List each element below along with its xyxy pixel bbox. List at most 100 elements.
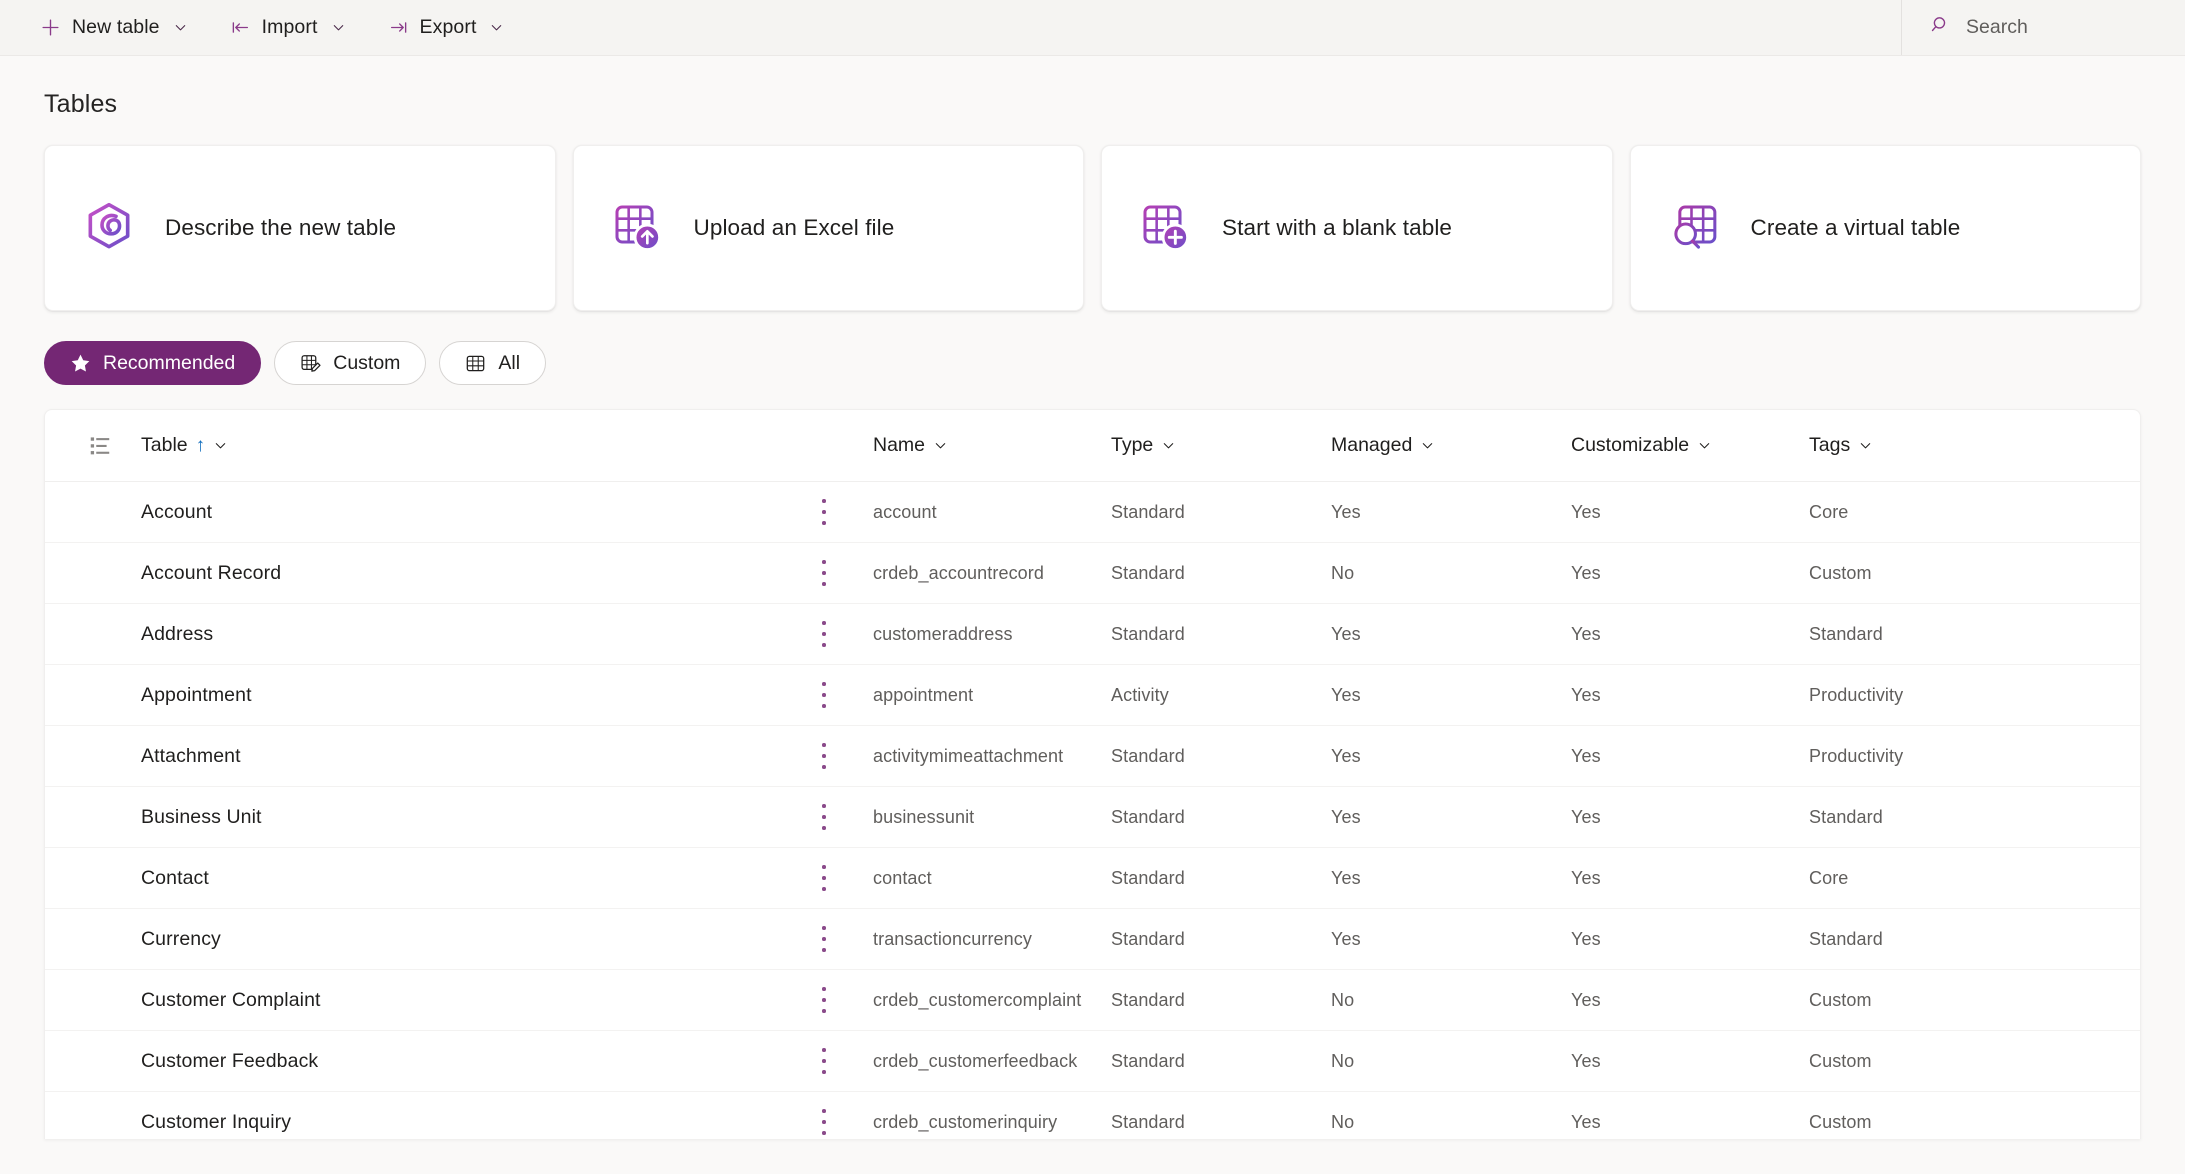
cell-type: Standard [1111, 867, 1185, 888]
column-header-tags[interactable]: Tags [1809, 434, 2140, 457]
cell-table: Account Record [141, 562, 821, 585]
column-header-table[interactable]: Table ↑ [141, 434, 821, 457]
column-header-name[interactable]: Name [873, 434, 1111, 457]
table-row[interactable]: Contact contact Standard Yes Yes Core [45, 848, 2140, 909]
card-label: Start with a blank table [1222, 215, 1453, 240]
grid-view-toggle[interactable] [89, 435, 141, 457]
row-more-options-button[interactable] [821, 621, 873, 647]
table-row[interactable]: Customer Inquiry crdeb_customerinquiry Sta… [45, 1092, 2140, 1139]
chevron-down-icon[interactable] [171, 20, 188, 35]
more-vertical-icon [821, 865, 827, 891]
table-display-name: Account [141, 500, 213, 523]
cell-name: appointment [873, 684, 974, 705]
column-header-label: Table [141, 434, 188, 456]
cell-name: crdeb_customerinquiry [873, 1111, 1058, 1132]
filter-recommended[interactable]: Recommended [44, 341, 262, 385]
chevron-down-icon[interactable] [933, 438, 948, 453]
cell-type: Standard [1111, 562, 1185, 583]
chevron-down-icon[interactable] [213, 438, 228, 453]
export-arrow-icon [388, 17, 409, 38]
row-more-options-button[interactable] [821, 804, 873, 830]
column-header-customizable[interactable]: Customizable [1571, 434, 1809, 457]
table-row[interactable]: Attachment activitymimeattachment Standard… [45, 726, 2140, 787]
row-more-options-button[interactable] [821, 682, 873, 708]
cell-customizable: Yes [1571, 562, 1601, 583]
table-row[interactable]: Appointment appointment Activity Yes Yes Prod… [45, 665, 2140, 726]
row-more-options-button[interactable] [821, 499, 873, 525]
table-display-name: Contact [141, 866, 209, 889]
cell-table: Contact [141, 867, 821, 890]
cell-managed: Yes [1331, 928, 1361, 949]
table-row[interactable]: Address customeraddress Standard Yes Yes Stan… [45, 604, 2140, 665]
import-arrow-icon [230, 17, 251, 38]
row-more-options-button[interactable] [821, 560, 873, 586]
column-header-type[interactable]: Type [1111, 434, 1331, 457]
cell-name: activitymimeattachment [873, 745, 1064, 766]
cell-customizable: Yes [1571, 745, 1601, 766]
table-row[interactable]: Currency transactioncurrency Standard Yes Ye… [45, 909, 2140, 970]
table-row[interactable]: Business Unit businessunit Standard Yes Yes S… [45, 787, 2140, 848]
row-more-options-button[interactable] [821, 1109, 873, 1135]
plus-icon [40, 17, 61, 38]
cell-managed: No [1331, 1050, 1355, 1071]
chevron-down-icon[interactable] [1161, 438, 1176, 453]
row-more-options-button[interactable] [821, 987, 873, 1013]
more-vertical-icon [821, 743, 827, 769]
column-header-managed[interactable]: Managed [1331, 434, 1571, 457]
cell-name: transactioncurrency [873, 928, 1032, 949]
export-button[interactable]: Export [382, 8, 511, 48]
search-input[interactable]: Search [1930, 8, 2145, 48]
filter-all[interactable]: All [439, 341, 547, 385]
cell-type: Standard [1111, 623, 1185, 644]
table-display-name: Customer Complaint [141, 988, 321, 1011]
filter-custom[interactable]: Custom [274, 341, 427, 385]
chevron-down-icon[interactable] [1697, 438, 1712, 453]
cell-type: Standard [1111, 745, 1185, 766]
cell-table: Business Unit [141, 806, 821, 829]
import-button[interactable]: Import [224, 8, 352, 48]
cell-customizable: Yes [1571, 928, 1601, 949]
cell-type: Standard [1111, 1111, 1185, 1132]
cell-table: Account [141, 501, 821, 524]
table-row[interactable]: Account Record crdeb_accountrecord Standar… [45, 543, 2140, 604]
cell-customizable: Yes [1571, 684, 1601, 705]
table-icon [465, 353, 486, 374]
filter-pills: Recommended Custom All [44, 341, 2141, 385]
cell-customizable: Yes [1571, 1111, 1601, 1132]
cell-table: Attachment [141, 745, 821, 768]
cell-type: Standard [1111, 501, 1185, 522]
chevron-down-icon[interactable] [1420, 438, 1435, 453]
more-vertical-icon [821, 1048, 827, 1074]
chevron-down-icon[interactable] [487, 20, 504, 35]
table-row[interactable]: Account account Standard Yes Yes Core [45, 482, 2140, 543]
cell-tags: Core [1809, 501, 1849, 522]
row-more-options-button[interactable] [821, 926, 873, 952]
chevron-down-icon[interactable] [1858, 438, 1873, 453]
table-display-name: Currency [141, 927, 221, 950]
card-upload-an-excel-file[interactable]: Upload an Excel file [572, 145, 1084, 311]
cell-tags: Custom [1809, 562, 1872, 583]
cell-tags: Custom [1809, 989, 1872, 1010]
command-bar: New table Import Export Search [0, 0, 2185, 56]
card-describe-the-new-table[interactable]: Describe the new table [44, 145, 556, 311]
table-row[interactable]: Customer Complaint crdeb_customercomplain… [45, 970, 2140, 1031]
column-header-label: Name [873, 434, 926, 456]
filter-label: Custom [333, 351, 401, 374]
table-edit-icon [300, 353, 321, 374]
sort-ascending-icon: ↑ [195, 435, 206, 456]
more-vertical-icon [821, 499, 827, 525]
card-create-a-virtual-table[interactable]: Create a virtual table [1629, 145, 2141, 311]
table-row[interactable]: Customer Feedback crdeb_customerfeedback S… [45, 1031, 2140, 1092]
table-display-name: Address [141, 622, 214, 645]
cell-customizable: Yes [1571, 989, 1601, 1010]
cell-name: account [873, 501, 937, 522]
table-display-name: Business Unit [141, 805, 262, 828]
table-display-name: Customer Feedback [141, 1049, 319, 1072]
row-more-options-button[interactable] [821, 865, 873, 891]
card-start-with-a-blank-table[interactable]: Start with a blank table [1101, 145, 1613, 311]
new-table-button[interactable]: New table [34, 8, 194, 48]
row-more-options-button[interactable] [821, 743, 873, 769]
cell-managed: Yes [1331, 623, 1361, 644]
row-more-options-button[interactable] [821, 1048, 873, 1074]
chevron-down-icon[interactable] [329, 20, 346, 35]
